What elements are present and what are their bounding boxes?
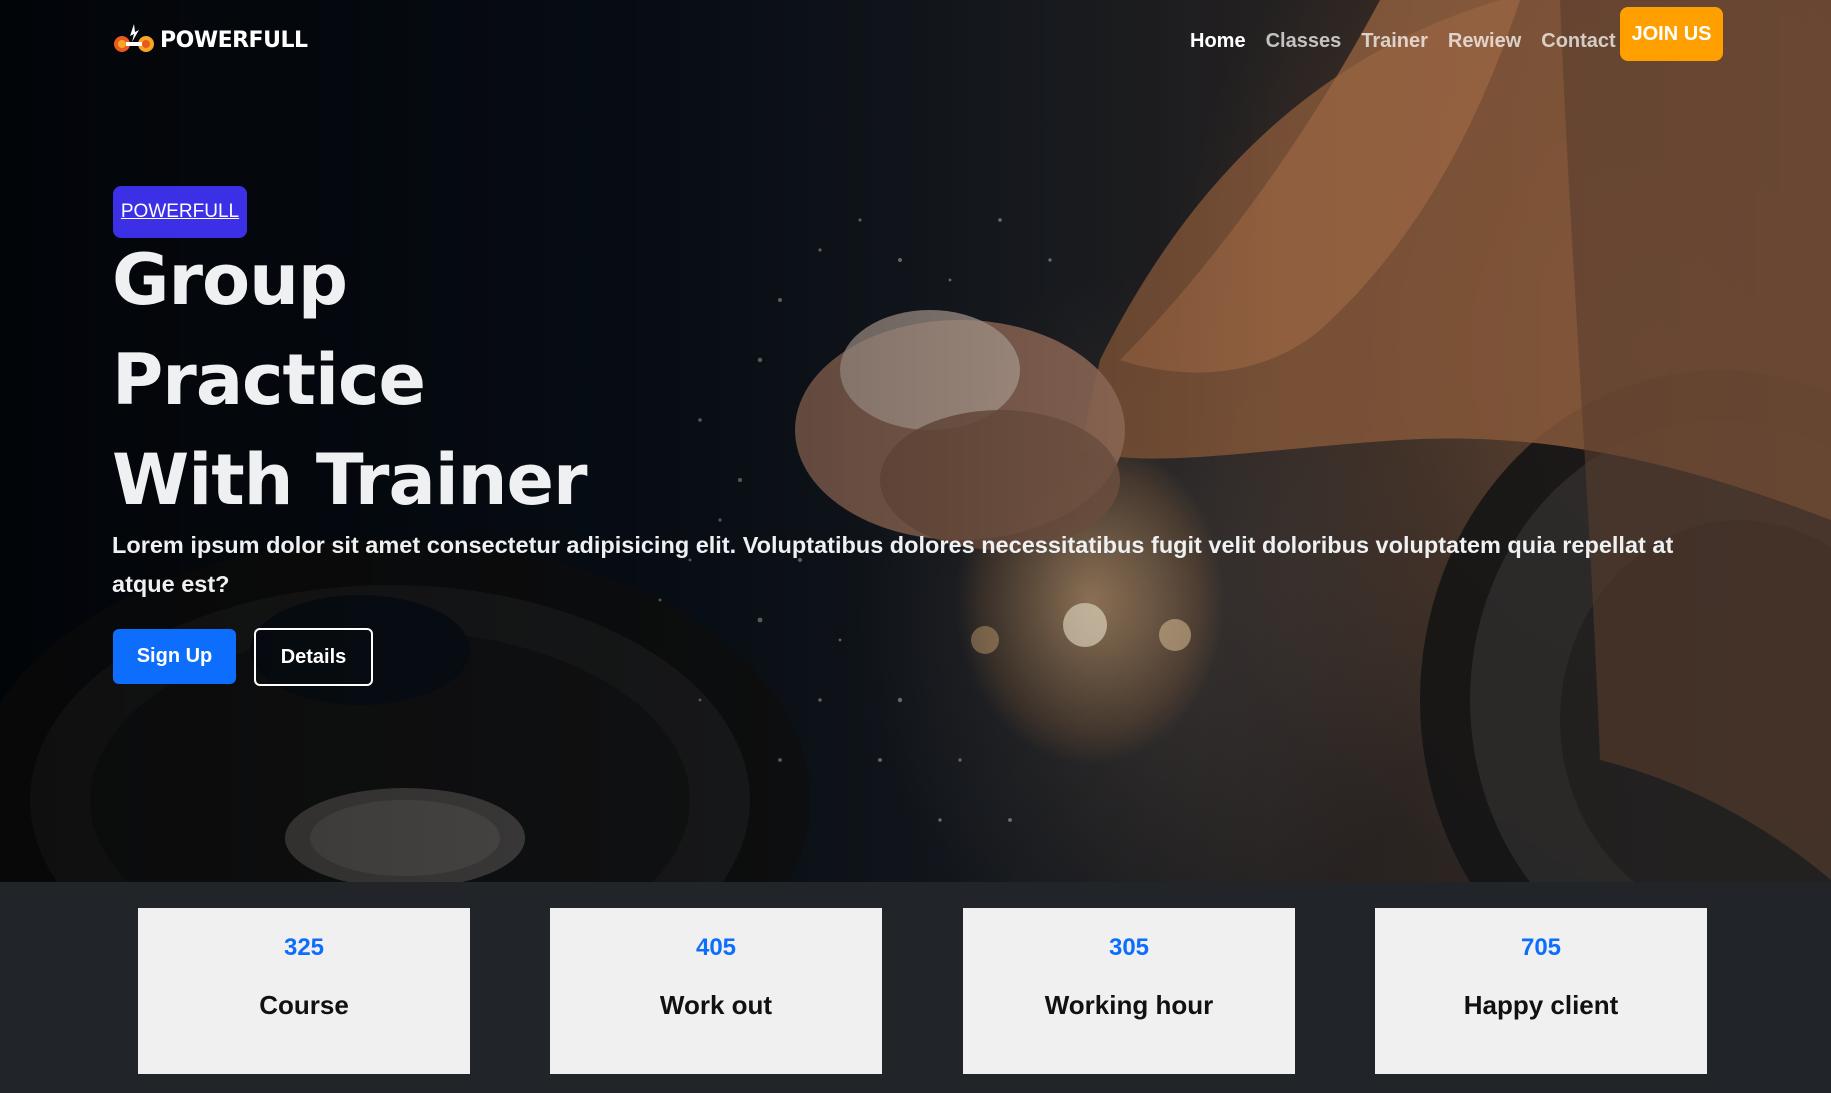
stat-label: Course bbox=[259, 990, 349, 1020]
stat-value: 325 bbox=[283, 934, 325, 961]
nav-links: Home Classes Trainer Rewiew Contact bbox=[1180, 26, 1626, 57]
stat-card-course: 325 Course bbox=[138, 908, 470, 1074]
nav-item-review[interactable]: Rewiew bbox=[1438, 26, 1531, 57]
nav-item-home[interactable]: Home bbox=[1180, 26, 1256, 57]
hero-headline: Group Practice With Trainer bbox=[112, 230, 588, 530]
stat-value: 305 bbox=[1108, 934, 1150, 961]
headline-line-2: Practice bbox=[112, 339, 426, 421]
nav-item-contact[interactable]: Contact bbox=[1531, 26, 1625, 57]
stat-card-working-hour: 305 Working hour bbox=[963, 908, 1295, 1074]
brand[interactable]: POWERFULL bbox=[112, 22, 308, 58]
stats-section: 325 Course 405 Work out 305 Working hour… bbox=[0, 882, 1831, 1093]
details-button[interactable]: Details bbox=[254, 628, 373, 686]
navbar: POWERFULL Home Classes Trainer Rewiew Co… bbox=[0, 0, 1831, 80]
nav-item-classes[interactable]: Classes bbox=[1256, 26, 1352, 57]
sign-up-button[interactable]: Sign Up bbox=[113, 629, 236, 684]
headline-line-3: With Trainer bbox=[112, 439, 588, 521]
stat-value: 705 bbox=[1520, 934, 1562, 961]
stat-card-happy-client: 705 Happy client bbox=[1375, 908, 1707, 1074]
hero-section: POWERFULL Home Classes Trainer Rewiew Co… bbox=[0, 0, 1831, 882]
hero-description: Lorem ipsum dolor sit amet consectetur a… bbox=[112, 532, 1674, 597]
hero-badge-link[interactable]: POWERFULL bbox=[121, 201, 239, 223]
stat-value: 405 bbox=[695, 934, 737, 961]
stat-card-workout: 405 Work out bbox=[550, 908, 882, 1074]
nav-item-trainer[interactable]: Trainer bbox=[1351, 26, 1438, 57]
dumbbell-flame-logo-icon bbox=[114, 24, 154, 52]
headline-line-1: Group bbox=[112, 239, 348, 321]
stat-label: Working hour bbox=[1044, 990, 1214, 1020]
stat-label: Happy client bbox=[1463, 990, 1619, 1020]
brand-name: POWERFULL bbox=[160, 27, 308, 53]
stat-label: Work out bbox=[659, 990, 773, 1020]
join-us-button[interactable]: JOIN US bbox=[1620, 7, 1723, 61]
